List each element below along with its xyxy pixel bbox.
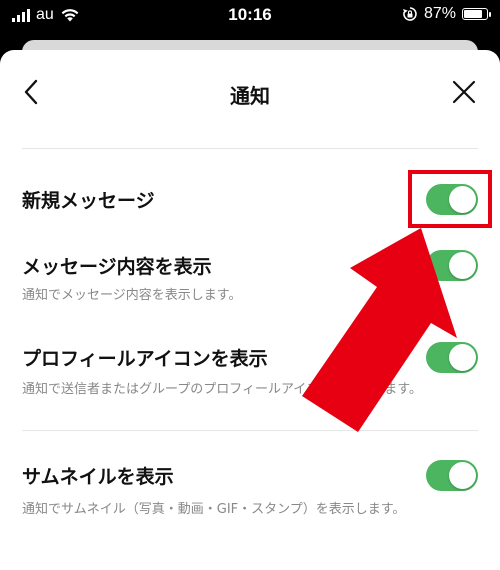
setting-description: 通知で送信者またはグループのプロフィールアイコンを表示します。	[22, 382, 423, 397]
notification-settings-sheet: 通知 新規メッセージ メッセージ内容を表示 通知でメッセージ内容を表示します。 …	[0, 50, 500, 570]
nav-bar: 通知	[0, 50, 500, 134]
divider	[22, 148, 478, 149]
divider	[22, 430, 478, 431]
setting-label: プロフィールアイコンを表示	[22, 348, 268, 370]
setting-description: 通知でメッセージ内容を表示します。	[22, 288, 242, 303]
setting-label: メッセージ内容を表示	[22, 256, 212, 278]
setting-label: 新規メッセージ	[22, 190, 155, 212]
profile-icon-toggle[interactable]	[426, 342, 478, 373]
close-icon[interactable]	[450, 78, 478, 106]
highlight-box	[408, 170, 492, 228]
setting-label: サムネイルを表示	[22, 466, 174, 488]
message-content-toggle[interactable]	[426, 250, 478, 281]
thumbnail-toggle[interactable]	[426, 460, 478, 491]
status-right: 87%	[402, 5, 491, 23]
status-bar: au 10:16 87%	[0, 0, 500, 34]
page-title: 通知	[230, 84, 270, 108]
battery-percent: 87%	[423, 5, 456, 22]
battery-icon	[462, 8, 491, 20]
orientation-lock-icon	[402, 7, 417, 21]
setting-description: 通知でサムネイル（写真・動画・GIF・スタンプ）を表示します。	[22, 502, 406, 517]
